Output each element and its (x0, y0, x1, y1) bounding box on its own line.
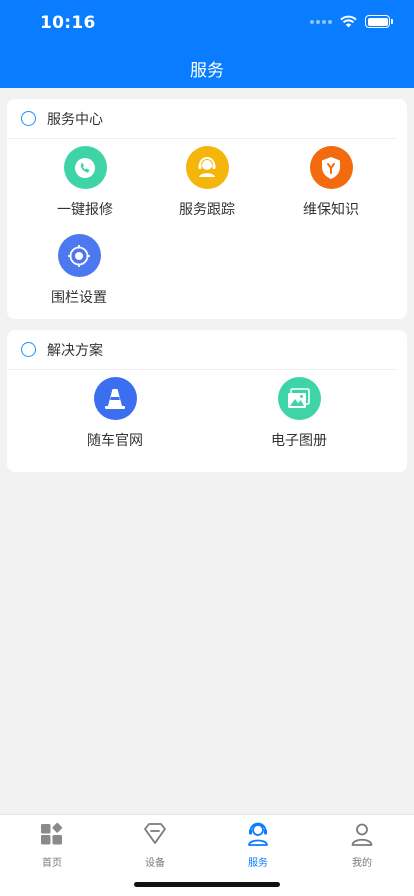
tab-label: 我的 (352, 858, 372, 869)
item-label: 一键报修 (57, 202, 113, 218)
service-agent-icon (248, 822, 268, 846)
solutions-card: 解决方案 随车官网 电子图册 (7, 330, 407, 472)
tab-profile[interactable]: 我的 (322, 821, 402, 869)
solution-item-album[interactable]: 电子图册 (239, 377, 359, 450)
tab-label: 服务 (248, 858, 268, 869)
item-label: 围栏设置 (51, 290, 107, 306)
traffic-cone-icon (93, 377, 137, 420)
shield-wrench-icon (309, 146, 353, 189)
service-center-header: 服务中心 (7, 99, 397, 139)
service-center-card: 服务中心 一键报修 服务跟踪 维保知识 围栏设置 (7, 99, 407, 319)
service-item-knowledge[interactable]: 维保知识 (271, 146, 391, 219)
phone-icon (63, 146, 107, 189)
section-circle-icon (21, 111, 36, 126)
home-indicator (134, 882, 280, 887)
section-title: 解决方案 (47, 342, 103, 359)
item-label: 服务跟踪 (179, 202, 235, 218)
tab-service[interactable]: 服务 (218, 821, 298, 869)
image-album-icon (277, 377, 321, 420)
home-grid-icon (41, 822, 63, 845)
solutions-header: 解决方案 (7, 330, 397, 370)
item-label: 维保知识 (303, 202, 359, 218)
signal-icon (310, 19, 332, 24)
item-label: 随车官网 (87, 433, 143, 449)
device-icon (144, 823, 166, 844)
location-target-icon (57, 234, 101, 277)
tab-home[interactable]: 首页 (12, 821, 92, 869)
status-icons (310, 15, 393, 28)
solution-item-website[interactable]: 随车官网 (55, 377, 175, 450)
battery-icon (365, 15, 393, 28)
headset-agent-icon (185, 146, 229, 189)
section-title: 服务中心 (47, 111, 103, 128)
page-title: 服务 (190, 61, 224, 81)
tab-label: 设备 (145, 858, 165, 869)
top-bar: 10:16 服务 (0, 0, 414, 88)
service-item-tracking[interactable]: 服务跟踪 (147, 146, 267, 219)
service-item-repair[interactable]: 一键报修 (25, 146, 145, 219)
profile-icon (351, 823, 373, 846)
tab-label: 首页 (42, 858, 62, 869)
status-time: 10:16 (40, 13, 96, 33)
wifi-icon (340, 15, 357, 28)
tab-device[interactable]: 设备 (115, 821, 195, 869)
service-item-fence[interactable]: 围栏设置 (19, 234, 139, 307)
item-label: 电子图册 (271, 433, 327, 449)
section-circle-icon (21, 342, 36, 357)
